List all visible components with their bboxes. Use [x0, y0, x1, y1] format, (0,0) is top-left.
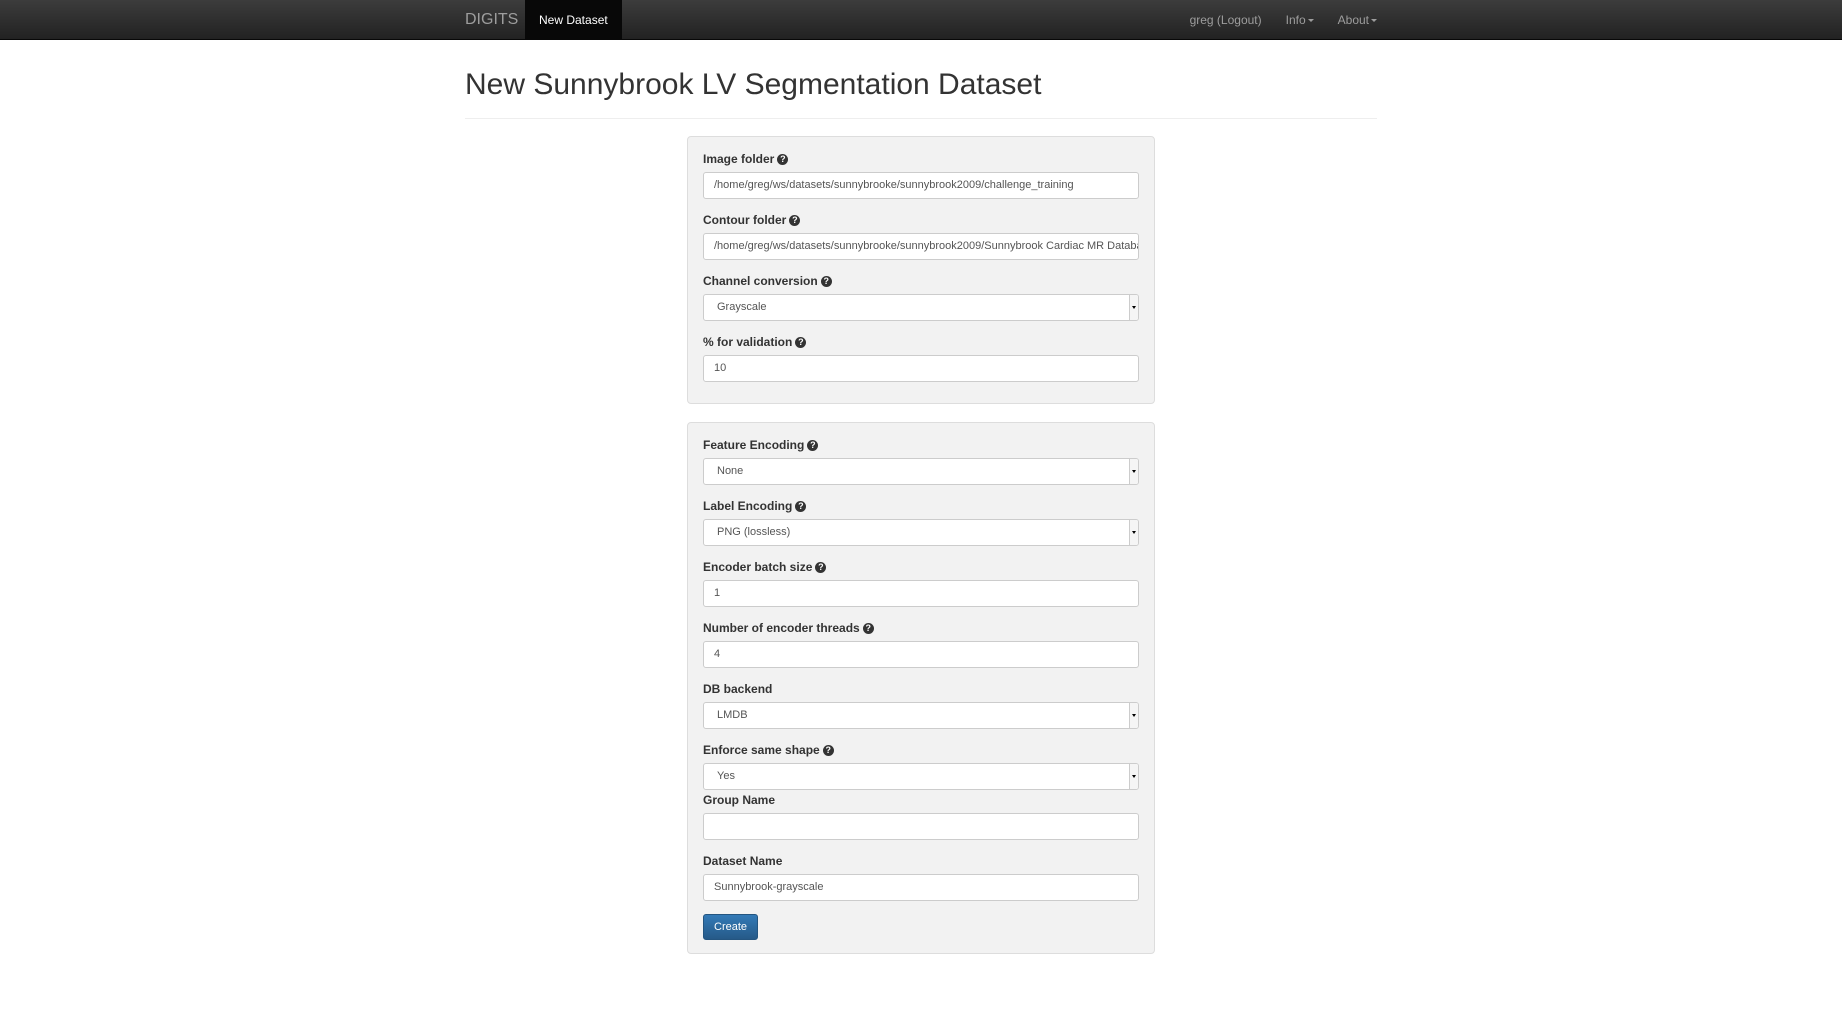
image-folder-label: Image folder? — [703, 151, 1139, 167]
page-title: New Sunnybrook LV Segmentation Dataset — [465, 68, 1042, 101]
caret-down-icon — [1371, 19, 1377, 23]
feature-encoding-select[interactable]: None — [703, 458, 1139, 485]
dropdown-arrow-icon — [1129, 703, 1138, 728]
field-value: Yes — [717, 770, 735, 782]
field-value: PNG (lossless) — [717, 526, 791, 538]
label-encoding-label: Label Encoding? — [703, 498, 1139, 514]
field-value: Sunnybrook-grayscale — [714, 881, 824, 893]
help-icon[interactable]: ? — [789, 215, 801, 226]
dropdown-arrow-icon — [1129, 295, 1138, 320]
contour-folder-label: Contour folder? — [703, 212, 1139, 228]
field-value: 10 — [714, 362, 727, 374]
help-icon[interactable]: ? — [795, 337, 807, 348]
label-text: % for validation — [703, 335, 793, 349]
help-icon[interactable]: ? — [822, 745, 834, 756]
contour-folder-input[interactable]: /home/greg/ws/datasets/sunnybrooke/sunny… — [703, 233, 1139, 260]
feature-encoding-label: Feature Encoding? — [703, 437, 1139, 453]
help-icon[interactable]: ? — [807, 440, 819, 451]
label-text: Encoder batch size — [703, 560, 813, 574]
dropdown-arrow-icon — [1129, 459, 1138, 484]
for-validation-label: % for validation? — [703, 334, 1139, 350]
enforce-same-shape-label: Enforce same shape? — [703, 742, 1139, 758]
number-of-encoder-threads-input[interactable]: 4 — [703, 641, 1139, 668]
field-value: None — [717, 465, 744, 477]
label-text: Enforce same shape — [703, 743, 820, 757]
about-menu[interactable]: About — [1338, 13, 1377, 27]
label-text: Image folder — [703, 152, 775, 166]
for-validation-input[interactable]: 10 — [703, 355, 1139, 382]
dataset-name-label: Dataset Name — [703, 853, 1139, 869]
field-value: 4 — [714, 648, 721, 660]
help-icon[interactable]: ? — [795, 501, 807, 512]
dropdown-arrow-icon — [1129, 520, 1138, 545]
logout-link[interactable]: greg (Logout) — [1190, 13, 1262, 27]
label-encoding-select[interactable]: PNG (lossless) — [703, 519, 1139, 546]
label-text: Channel conversion — [703, 274, 818, 288]
label-text: Dataset Name — [703, 854, 783, 868]
enforce-same-shape-select[interactable]: Yes — [703, 763, 1139, 790]
label-text: DB backend — [703, 682, 773, 696]
source-panel: Image folder? /home/greg/ws/datasets/sunn… — [687, 136, 1155, 404]
dropdown-arrow-icon — [1129, 764, 1138, 789]
navbar: DIGITS New Dataset greg (Logout) Info Ab… — [0, 0, 1842, 40]
nav-new-dataset[interactable]: New Dataset — [525, 0, 622, 40]
channel-conversion-select[interactable]: Grayscale — [703, 294, 1139, 321]
field-value: 1 — [714, 587, 721, 599]
about-label: About — [1337, 13, 1369, 27]
number-of-encoder-threads-label: Number of encoder threads? — [703, 620, 1139, 636]
label-text: Contour folder — [703, 213, 787, 227]
group-name-label: Group Name — [703, 792, 1139, 808]
field-value: /home/greg/ws/datasets/sunnybrooke/sunny… — [714, 240, 1138, 252]
help-icon[interactable]: ? — [815, 562, 827, 573]
help-icon[interactable]: ? — [862, 623, 874, 634]
brand-link[interactable]: DIGITS — [465, 0, 518, 40]
divider — [465, 118, 1377, 119]
label-text: Feature Encoding — [703, 438, 805, 452]
caret-down-icon — [1307, 19, 1314, 23]
image-folder-input[interactable]: /home/greg/ws/datasets/sunnybrooke/sunny… — [703, 172, 1139, 199]
label-text: Number of encoder threads — [703, 621, 860, 635]
dataset-name-input[interactable]: Sunnybrook-grayscale — [703, 874, 1139, 901]
info-label: Info — [1285, 13, 1306, 27]
info-menu[interactable]: Info — [1286, 13, 1314, 27]
group-name-input[interactable] — [703, 813, 1139, 840]
encoder-batch-size-input[interactable]: 1 — [703, 580, 1139, 607]
channel-conversion-label: Channel conversion? — [703, 273, 1139, 289]
db-backend-select[interactable]: LMDB — [703, 702, 1139, 729]
field-value: /home/greg/ws/datasets/sunnybrooke/sunny… — [714, 179, 1074, 191]
help-icon[interactable]: ? — [777, 154, 789, 165]
label-text: Label Encoding — [703, 499, 793, 513]
encoder-batch-size-label: Encoder batch size? — [703, 559, 1139, 575]
label-text: Group Name — [703, 793, 776, 807]
options-panel: Feature Encoding? None Label Encoding? PNG … — [687, 422, 1155, 954]
create-button[interactable]: Create — [703, 914, 759, 940]
field-value: Grayscale — [717, 301, 767, 313]
help-icon[interactable]: ? — [820, 276, 832, 287]
db-backend-label: DB backend — [703, 681, 1139, 697]
field-value: LMDB — [717, 709, 748, 721]
